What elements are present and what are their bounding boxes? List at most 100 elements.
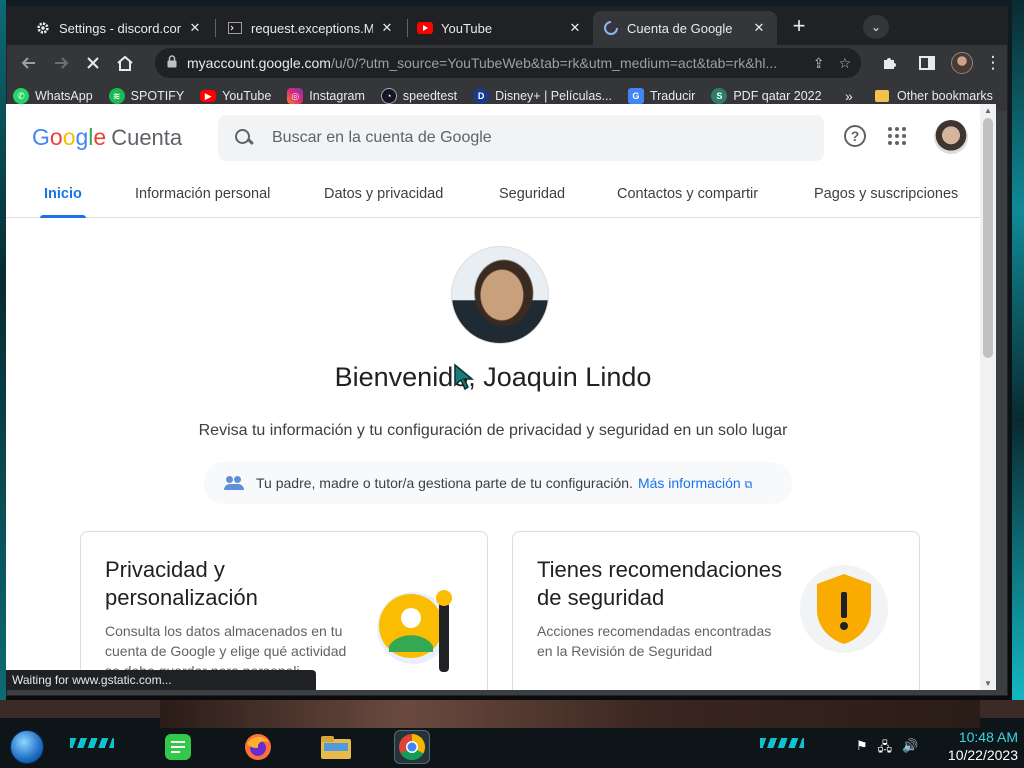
side-panel-icon[interactable] — [913, 49, 941, 77]
forward-arrow-icon[interactable] — [47, 49, 75, 77]
help-icon[interactable]: ? — [844, 125, 866, 147]
whatsapp-icon: ✆ — [13, 88, 29, 104]
close-icon[interactable]: ✕ — [187, 20, 203, 36]
url-path: /u/0/?utm_source=YouTubeWeb&tab=rk&utm_m… — [330, 55, 778, 71]
tab-seguridad[interactable]: Seguridad — [499, 170, 565, 218]
bookmark-label: Traducir — [649, 89, 696, 103]
tab-cuenta-google[interactable]: Cuenta de Google ✕ — [593, 11, 777, 45]
bookmark-pdf-qatar[interactable]: S PDF qatar 2022 — [711, 88, 822, 104]
bookmark-whatsapp[interactable]: ✆ WhatsApp — [13, 88, 93, 104]
youtube-icon — [417, 20, 433, 36]
logo-letter: o — [49, 123, 63, 150]
tab-pagos-suscripciones[interactable]: Pagos y suscripciones — [814, 170, 958, 218]
profile-avatar[interactable] — [951, 52, 973, 74]
account-search[interactable] — [218, 115, 824, 161]
bookmark-label: Instagram — [309, 89, 365, 103]
card-title: Privacidad y personalización — [105, 557, 258, 610]
scrollbar-thumb[interactable] — [983, 118, 993, 358]
folder-icon — [875, 90, 889, 102]
apps-grid-icon[interactable] — [888, 127, 906, 145]
bookmark-label: SPOTIFY — [130, 89, 185, 103]
security-card[interactable]: Tienes recomendaciones de seguridad Acci… — [512, 531, 920, 690]
bookmark-disney[interactable]: D Disney+ | Películas... — [473, 88, 612, 104]
account-nav-tabs: Inicio Información personal Datos y priv… — [6, 170, 980, 218]
privacy-personalization-illustration-icon — [377, 590, 452, 672]
tab-request-exceptions[interactable]: request.exceptions.Missi ✕ — [217, 11, 405, 45]
more-info-label: Más información — [637, 474, 741, 491]
address-bar[interactable]: myaccount.google.com /u/0/?utm_source=Yo… — [155, 48, 861, 78]
search-input[interactable] — [272, 129, 772, 147]
tab-title: Cuenta de Google — [627, 20, 733, 36]
firefox-icon[interactable] — [240, 730, 276, 764]
bookmark-youtube[interactable]: ▶ YouTube — [200, 89, 271, 103]
tab-youtube[interactable]: YouTube ✕ — [407, 11, 593, 45]
instagram-icon: ◎ — [287, 88, 304, 104]
close-icon[interactable]: ✕ — [379, 20, 395, 36]
logo-letter: o — [62, 123, 76, 150]
lock-icon — [167, 55, 177, 71]
bookmark-instagram[interactable]: ◎ Instagram — [287, 88, 365, 104]
start-button[interactable] — [10, 730, 44, 764]
notes-app-icon[interactable] — [160, 730, 196, 764]
star-icon[interactable]: ☆ — [838, 55, 851, 72]
bookmark-label: WhatsApp — [35, 89, 93, 103]
taskbar-clock[interactable]: 10:48 AM 10/22/2023 — [928, 728, 1018, 764]
bookmark-label: speedtest — [402, 89, 458, 103]
bookmark-label: PDF qatar 2022 — [733, 89, 822, 103]
loading-icon — [603, 20, 619, 36]
flag-icon[interactable]: ⚑ — [856, 738, 868, 760]
page-scrollbar[interactable]: ▲ ▼ — [980, 104, 996, 690]
other-bookmarks[interactable]: Other bookmarks — [875, 89, 993, 103]
tab-title: request.exceptions.Missi — [251, 20, 373, 36]
new-tab-button[interactable]: + — [787, 15, 811, 39]
pdf-s-icon: S — [711, 88, 728, 104]
google-account-page: Google Cuenta ? Inicio Información perso… — [6, 104, 980, 690]
loading-status-bubble: Waiting for www.gstatic.com... — [6, 670, 316, 690]
home-icon[interactable] — [111, 49, 139, 77]
security-warning-shield-icon — [800, 565, 888, 653]
account-avatar[interactable] — [934, 120, 968, 154]
tab-contactos-compartir[interactable]: Contactos y compartir — [617, 170, 758, 218]
more-info-link[interactable]: Más información ⧉ — [638, 475, 752, 492]
bookmark-spotify[interactable]: ≋ SPOTIFY — [108, 88, 185, 104]
bookmark-traducir[interactable]: G Traducir — [627, 88, 696, 104]
tab-search-chevron-icon[interactable]: ⌄ — [863, 15, 889, 39]
notice-text: Tu padre, madre o tutor/a gestiona parte… — [256, 475, 633, 491]
logo-letter: e — [93, 123, 107, 150]
privacy-card[interactable]: Privacidad y personalización Consulta lo… — [80, 531, 488, 690]
profile-photo[interactable] — [451, 246, 549, 344]
stop-loading-icon[interactable] — [79, 49, 107, 77]
tab-informacion-personal[interactable]: Información personal — [135, 170, 270, 218]
tab-datos-privacidad[interactable]: Datos y privacidad — [324, 170, 443, 218]
back-arrow-icon[interactable] — [15, 49, 43, 77]
kebab-menu-icon[interactable]: ⋮ — [979, 49, 1007, 77]
close-icon[interactable]: ✕ — [751, 20, 767, 36]
close-icon[interactable]: ✕ — [567, 20, 583, 36]
share-icon[interactable]: ⇪ — [813, 55, 825, 72]
volume-icon[interactable]: 🔊 — [902, 738, 918, 760]
bookmark-label: Disney+ | Películas... — [495, 89, 612, 103]
card-body: Acciones recomendadas encontradas en la … — [537, 623, 772, 659]
tab-inicio[interactable]: Inicio — [40, 170, 86, 218]
clock-date: 10/22/2023 — [947, 747, 1018, 763]
mouse-cursor-icon — [454, 363, 475, 391]
network-icon[interactable]: 🖧 — [878, 738, 893, 760]
google-cuenta-logo[interactable]: Google Cuenta — [32, 124, 182, 151]
file-explorer-icon[interactable] — [318, 730, 354, 764]
extensions-puzzle-icon[interactable] — [875, 49, 903, 77]
tab-title: YouTube — [441, 20, 493, 36]
google-header: Google Cuenta ? — [6, 104, 980, 170]
taskbar-decoration — [70, 738, 114, 748]
tab-separator — [215, 19, 216, 37]
tab-strip: Settings - discord.com ✕ request.excepti… — [7, 7, 1007, 45]
card-title: Tienes recomendaciones de seguridad — [537, 557, 782, 610]
taskbar-decoration — [760, 738, 804, 748]
bookmarks-overflow-button[interactable]: » — [845, 88, 853, 104]
welcome-heading: Bienvenido, Joaquin Lindo — [334, 362, 652, 392]
tab-discord-settings[interactable]: Settings - discord.com ✕ — [25, 11, 213, 45]
bookmark-speedtest[interactable]: ◔ speedtest — [380, 88, 458, 104]
clock-time: 10:48 AM — [958, 729, 1018, 745]
chrome-icon[interactable] — [394, 730, 430, 764]
tab-title: Settings - discord.com — [59, 20, 181, 36]
other-bookmarks-label: Other bookmarks — [897, 89, 993, 103]
